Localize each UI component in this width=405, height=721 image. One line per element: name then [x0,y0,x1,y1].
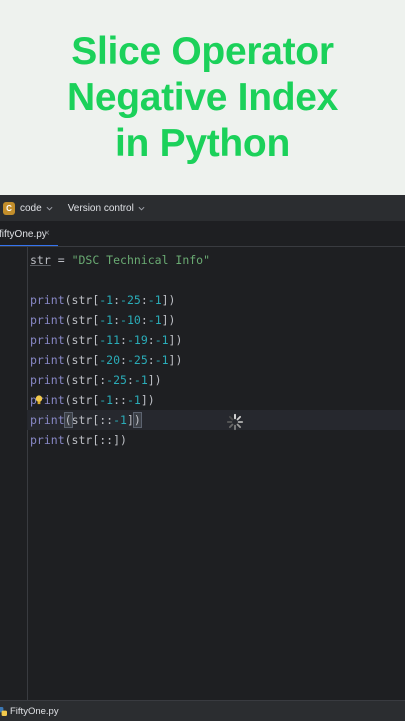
code-token: -1 [113,413,127,427]
code-line[interactable]: print(str[-1:-10:-1]) [30,310,405,330]
code-token: ]) [161,293,176,307]
code-token: = [50,253,72,267]
code-token: : [147,353,155,367]
code-token: : [140,293,148,307]
code-token: -1 [99,393,114,407]
code-token: : [126,373,134,387]
title-banner: Slice Operator Negative Index in Python [0,0,405,195]
code-line[interactable]: print(str[::]) [30,430,405,450]
tab-fiftyone-py[interactable]: fiftyOne.py × [0,222,58,246]
code-token: : [113,313,121,327]
loading-spinner-icon [226,413,244,431]
code-token: -1 [154,333,169,347]
code-token: : [120,333,127,347]
code-line[interactable]: print(str[-1::-1]) [30,390,405,410]
ide-toolbar: C code Version control [0,195,405,222]
code-token: print [30,313,65,327]
code-token: -1 [147,313,162,327]
code-token: -1 [147,293,162,307]
code-token: ]) [168,353,183,367]
code-token: str [30,253,51,267]
code-line[interactable]: print(str[-20:-25:-1]) [30,350,405,370]
code-line[interactable]: print(str[::-1]) [27,410,405,430]
code-token: (str[ [64,353,100,367]
code-token: (str[ [64,333,100,347]
code-token: : [140,313,148,327]
code-editor[interactable]: str = "DSC Technical Info" print(str[-1:… [0,247,405,700]
code-line[interactable] [30,270,405,290]
code-token: print [30,373,65,387]
lightbulb-icon[interactable] [35,395,43,405]
code-token: ] [126,413,134,427]
code-token: :: [113,393,127,407]
code-line[interactable]: str = "DSC Technical Info" [30,250,405,270]
code-token: (str[::]) [64,433,127,447]
code-token: print [30,413,65,427]
banner-title-line-3: in Python [115,121,290,165]
code-token: -1 [133,373,148,387]
code-token: print [30,333,65,347]
code-token: -25 [106,373,127,387]
status-bar: FiftyOne.py [0,700,405,721]
code-token: (str[ [64,313,100,327]
code-token: : [147,333,155,347]
code-token: -20 [99,353,121,367]
code-token: -11 [99,333,121,347]
code-token: : [113,293,121,307]
code-token: (str[: [64,373,107,387]
code-token: ]) [161,313,176,327]
code-token: -25 [126,353,148,367]
tab-label: fiftyOne.py [0,228,47,240]
python-file-icon [0,706,7,716]
project-selector[interactable]: code [20,203,53,214]
version-control-label: Version control [67,202,134,214]
code-area[interactable]: str = "DSC Technical Info" print(str[-1:… [27,250,405,450]
code-token: -1 [99,313,114,327]
code-token: (str[ [64,393,100,407]
chevron-down-icon [138,206,145,211]
banner-title-line-1: Slice Operator [71,29,334,73]
code-token: ) [132,412,142,428]
code-token: "DSC Technical Info" [71,253,211,267]
banner-title-line-2: Negative Index [66,75,339,119]
code-token: ]) [140,393,155,407]
code-token: (str[ [64,293,100,307]
editor-tab-bar: fiftyOne.py × [0,222,405,247]
code-token: print [30,353,65,367]
close-icon[interactable]: × [44,228,50,239]
code-line[interactable]: print(str[:-25:-1]) [30,370,405,390]
project-badge-icon[interactable]: C [3,201,15,215]
code-token: -19 [126,333,148,347]
gutter-divider [27,247,28,700]
code-line[interactable]: print(str[-11:-19:-1]) [30,330,405,350]
code-line[interactable]: print(str[-1:-25:-1]) [30,290,405,310]
code-token: -1 [99,293,114,307]
code-token: ]) [147,373,162,387]
code-token: -1 [126,393,141,407]
active-tab-indicator [0,245,58,246]
status-file-name[interactable]: FiftyOne.py [10,706,59,717]
code-token: -10 [120,313,141,327]
project-name: code [20,202,42,214]
version-control-menu[interactable]: Version control [68,203,145,214]
code-token: -25 [120,293,141,307]
code-token: -1 [154,353,169,367]
code-token: ( [63,412,73,428]
code-token: ]) [168,333,183,347]
code-token: print [30,293,65,307]
code-token: : [120,353,127,367]
code-token: str[:: [71,413,114,427]
code-token: print [30,433,65,447]
chevron-down-icon [46,206,53,211]
